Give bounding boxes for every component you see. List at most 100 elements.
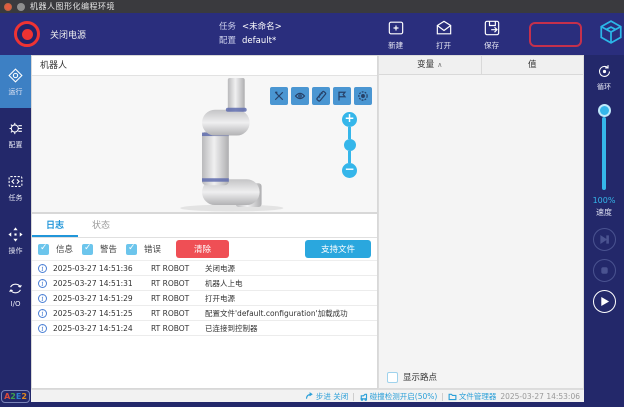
sidebar-item-run[interactable]: 运行 <box>0 55 31 108</box>
log-source: RT ROBOT <box>151 279 199 288</box>
sidebar-item-io[interactable]: I/O <box>0 267 31 320</box>
new-file-icon <box>385 18 407 38</box>
record-target-button[interactable] <box>354 87 372 105</box>
window-minimize-button[interactable] <box>17 3 25 11</box>
sidebar-item-operate[interactable]: 操作 <box>0 214 31 267</box>
save-icon <box>481 18 503 38</box>
speed-slider-track[interactable] <box>602 117 606 190</box>
warning-filter-checkbox[interactable] <box>82 244 93 255</box>
log-message: 配置文件'default.configuration'加载成功 <box>205 308 371 319</box>
reset-view-button[interactable] <box>333 87 351 105</box>
app-header: 关闭电源 任务<未命名> 配置default* 新建 打开 保存 <box>0 13 624 55</box>
sidebar-item-task[interactable]: 任务 <box>0 161 31 214</box>
error-filter-label: 错误 <box>144 243 161 255</box>
robot-3d-viewport[interactable]: + − <box>32 76 377 212</box>
loop-button[interactable]: 循环 <box>596 63 613 92</box>
sidebar-item-label: 操作 <box>9 246 23 256</box>
log-timestamp: 2025-03-27 14:51:24 <box>53 324 145 333</box>
task-config-info: 任务<未命名> 配置default* <box>219 20 357 49</box>
cube-logo-icon <box>598 19 624 45</box>
log-timestamp: 2025-03-27 14:51:36 <box>53 264 145 273</box>
loop-icon <box>596 63 613 80</box>
brand-logo <box>598 19 624 49</box>
playback-controls <box>593 228 616 313</box>
speed-slider-knob[interactable] <box>598 104 611 117</box>
window-title: 机器人图形化编程环境 <box>30 1 115 12</box>
variables-column-header[interactable]: 变量∧ <box>379 56 482 74</box>
show-waypoints-row: 显示路点 <box>379 366 583 388</box>
step-forward-icon <box>599 234 610 245</box>
log-timestamp: 2025-03-27 14:51:25 <box>53 309 145 318</box>
info-icon <box>38 294 47 303</box>
robot-panel-title: 机器人 <box>32 56 377 76</box>
status-timestamp: 2025-03-27 14:53:06 <box>500 392 580 401</box>
new-button[interactable]: 新建 <box>385 18 407 51</box>
tab-log[interactable]: 日志 <box>32 214 78 237</box>
log-list: 2025-03-27 14:51:36 RT ROBOT 关闭电源 2025-0… <box>32 260 377 388</box>
measure-button[interactable] <box>312 87 330 105</box>
tools-button[interactable] <box>270 87 288 105</box>
emergency-frame-button[interactable] <box>529 22 582 47</box>
power-button[interactable] <box>14 21 40 47</box>
stop-icon <box>599 265 610 276</box>
error-filter-checkbox[interactable] <box>126 244 137 255</box>
step-arrow-icon <box>305 392 314 401</box>
step-mode-toggle[interactable]: 步进 关闭 <box>305 391 348 402</box>
play-button[interactable] <box>593 290 616 313</box>
zoom-in-button[interactable]: + <box>342 112 357 127</box>
log-timestamp: 2025-03-27 14:51:29 <box>53 294 145 303</box>
log-row[interactable]: 2025-03-27 14:51:36 RT ROBOT 关闭电源 <box>32 261 377 276</box>
step-button[interactable] <box>593 228 616 251</box>
stop-button[interactable] <box>593 259 616 282</box>
show-waypoints-label: 显示路点 <box>403 371 437 383</box>
window-close-button[interactable] <box>4 3 12 11</box>
file-manager-link[interactable]: 文件管理器 <box>448 391 497 402</box>
window-titlebar: 机器人图形化编程环境 <box>0 0 624 13</box>
variables-header: 变量∧ 值 <box>379 56 583 75</box>
task-value: <未命名> <box>242 22 282 32</box>
info-filter-checkbox[interactable] <box>38 244 49 255</box>
sort-asc-icon: ∧ <box>437 61 442 69</box>
a2e2-logo: A2E2 <box>1 390 30 403</box>
info-filter-label: 信息 <box>56 243 73 255</box>
log-row[interactable]: 2025-03-27 14:51:29 RT ROBOT 打开电源 <box>32 291 377 306</box>
viewport-toolbar <box>270 87 372 105</box>
visibility-button[interactable] <box>291 87 309 105</box>
log-row[interactable]: 2025-03-27 14:51:31 RT ROBOT 机器人上电 <box>32 276 377 291</box>
collision-detection-toggle[interactable]: 碰撞检测开启(50%) <box>359 391 438 402</box>
variables-table-body <box>379 75 583 366</box>
log-source: RT ROBOT <box>151 264 199 273</box>
gear-icon <box>7 120 24 137</box>
save-button[interactable]: 保存 <box>481 18 503 51</box>
zoom-slider-knob[interactable] <box>344 139 356 151</box>
robot-panel: 机器人 <box>31 55 378 213</box>
show-waypoints-checkbox[interactable] <box>387 372 398 383</box>
zoom-track[interactable] <box>348 127 351 139</box>
zoom-out-button[interactable]: − <box>342 163 357 178</box>
log-row[interactable]: 2025-03-27 14:51:24 RT ROBOT 已连接到控制器 <box>32 321 377 336</box>
target-icon <box>357 90 369 102</box>
separator: | <box>352 392 355 401</box>
left-sidebar: 运行 配置 任务 操作 I/O A2E2 <box>0 55 31 407</box>
open-button[interactable]: 打开 <box>433 18 455 51</box>
tools-icon <box>273 90 285 102</box>
log-message: 打开电源 <box>205 293 371 304</box>
config-value: default* <box>242 36 276 46</box>
open-file-icon <box>433 18 455 38</box>
collision-icon <box>359 392 368 401</box>
power-icon <box>22 29 33 40</box>
info-icon <box>38 279 47 288</box>
folder-icon <box>448 392 457 401</box>
move-arrows-icon <box>7 226 24 243</box>
info-icon <box>38 264 47 273</box>
flag-icon <box>336 90 348 102</box>
sidebar-item-config[interactable]: 配置 <box>0 108 31 161</box>
speed-label: 速度 <box>596 207 612 218</box>
tab-status[interactable]: 状态 <box>78 214 124 237</box>
value-column-header[interactable]: 值 <box>482 56 584 74</box>
sidebar-item-label: I/O <box>11 300 21 308</box>
clear-log-button[interactable]: 清除 <box>176 240 229 258</box>
log-message: 关闭电源 <box>205 263 371 274</box>
support-files-button[interactable]: 支持文件 <box>305 240 371 258</box>
log-row[interactable]: 2025-03-27 14:51:25 RT ROBOT 配置文件'defaul… <box>32 306 377 321</box>
